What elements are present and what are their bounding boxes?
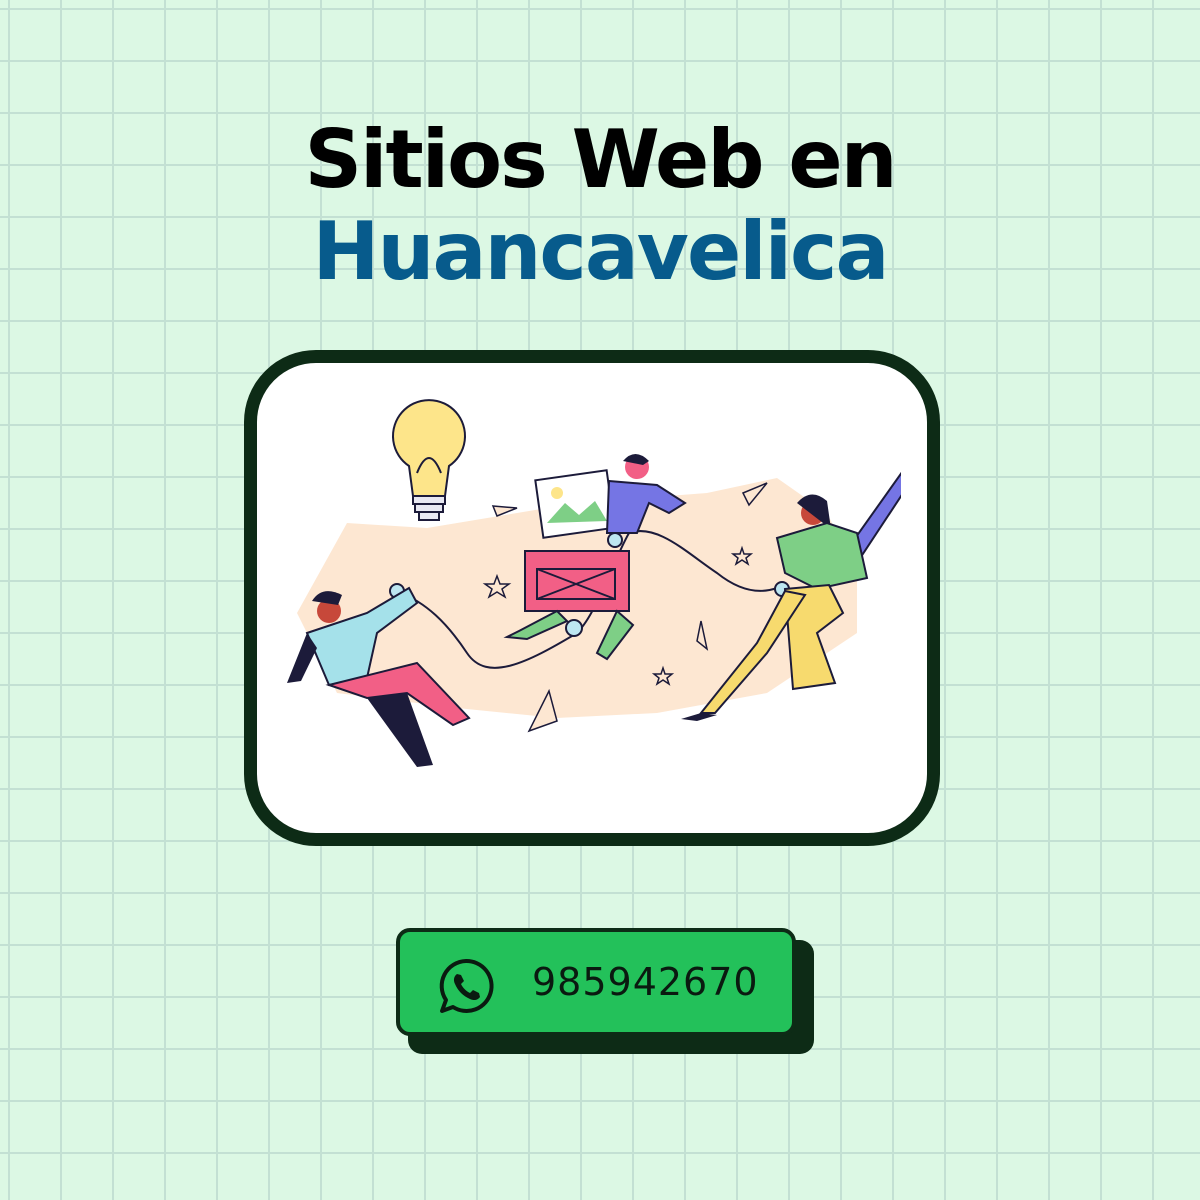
page-title-line-1: Sitios Web en xyxy=(304,113,897,206)
phone-number: 985942670 xyxy=(532,960,759,1004)
whatsapp-contact-button[interactable]: 985942670 xyxy=(396,928,796,1036)
node-2 xyxy=(565,619,583,637)
whatsapp-icon xyxy=(439,958,494,1013)
page-title-line-2: Huancavelica xyxy=(312,205,890,298)
illustration-card xyxy=(244,350,940,846)
lightbulb-icon xyxy=(392,399,466,521)
node-3 xyxy=(607,532,623,548)
team-collaboration-illustration xyxy=(287,399,901,767)
